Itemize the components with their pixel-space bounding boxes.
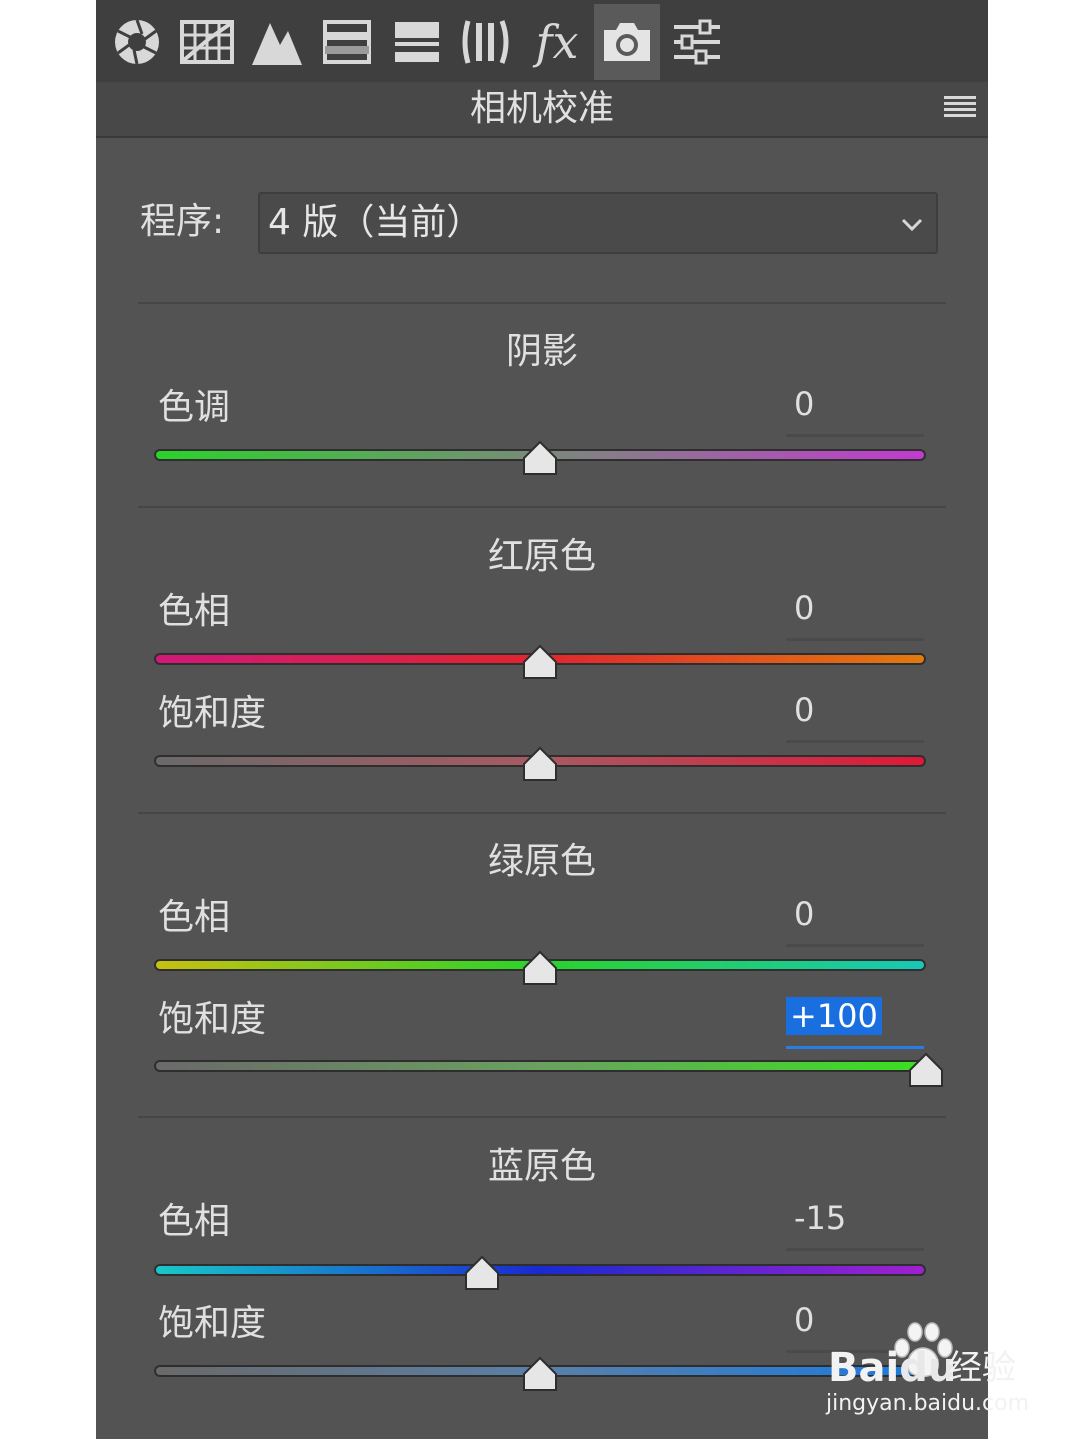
value-underline — [786, 944, 924, 947]
value-underline — [786, 740, 924, 743]
hamburger-icon[interactable] — [944, 96, 976, 120]
shadows-tint-value[interactable]: 0 — [786, 382, 926, 426]
tool-presets[interactable] — [664, 4, 730, 80]
divider — [138, 1116, 946, 1118]
stacked-bars-icon — [395, 22, 439, 62]
tool-hsl[interactable] — [314, 4, 380, 80]
red-saturation-value[interactable]: 0 — [786, 688, 926, 732]
blue-hue-label: 色相 — [158, 1201, 231, 1242]
divider — [138, 302, 946, 304]
fx-icon: fx — [535, 15, 579, 69]
green-saturation-track[interactable] — [154, 1060, 926, 1072]
red-hue-thumb[interactable] — [520, 642, 560, 682]
green-saturation-value[interactable]: +100 — [786, 994, 926, 1038]
blue-hue-value[interactable]: -15 — [786, 1196, 926, 1240]
value-underline — [786, 434, 924, 437]
blue-hue-track[interactable] — [154, 1264, 926, 1276]
aperture-icon — [115, 19, 159, 65]
tool-curve[interactable] — [174, 4, 240, 80]
section-title-blue-primary: 蓝原色 — [487, 1146, 596, 1187]
watermark-url: jingyan.baidu.com — [826, 1391, 1030, 1416]
shadows-tint-thumb[interactable] — [520, 438, 560, 478]
program-dropdown[interactable]: 4 版（当前） — [258, 192, 938, 254]
blue-hue-thumb[interactable] — [462, 1253, 502, 1293]
green-hue-label: 色相 — [158, 897, 231, 938]
green-saturation-label: 饱和度 — [158, 999, 267, 1040]
tool-camera-calibration[interactable] — [594, 4, 660, 80]
red-hue-label: 色相 — [158, 591, 231, 632]
mountains-icon — [252, 23, 302, 65]
red-saturation-label: 饱和度 — [158, 693, 267, 734]
panel-title: 相机校准 — [469, 88, 614, 129]
blue-saturation-label: 饱和度 — [158, 1303, 267, 1344]
toolbar: fx — [96, 0, 988, 82]
camera-icon — [604, 23, 650, 61]
section-title-green-primary: 绿原色 — [487, 841, 596, 882]
green-hue-thumb[interactable] — [520, 948, 560, 988]
value-underline — [786, 1248, 924, 1251]
grid-icon — [180, 20, 234, 64]
tool-lens[interactable] — [454, 4, 520, 80]
tool-split-toning[interactable] — [384, 4, 450, 80]
tool-detail[interactable] — [244, 4, 310, 80]
program-label: 程序: — [140, 201, 225, 242]
tool-effects[interactable]: fx — [524, 4, 590, 80]
section-title-shadows: 阴影 — [505, 331, 578, 372]
sliders-icon — [674, 19, 720, 65]
shadows-tint-label: 色调 — [158, 387, 231, 428]
divider — [138, 506, 946, 508]
chevron-down-icon — [901, 218, 923, 232]
value-underline — [786, 638, 924, 641]
green-hue-value[interactable]: 0 — [786, 892, 926, 936]
section-title-red-primary: 红原色 — [487, 536, 596, 577]
green-saturation-thumb[interactable] — [906, 1050, 946, 1090]
lens-bars-icon — [462, 20, 509, 64]
red-hue-value[interactable]: 0 — [786, 586, 926, 630]
panel-header: 相机校准 — [96, 82, 988, 138]
value-underline-active — [786, 1046, 924, 1049]
blue-saturation-thumb[interactable] — [520, 1354, 560, 1394]
watermark-cn: 经验 — [948, 1348, 1016, 1388]
program-value: 4 版（当前） — [268, 202, 483, 243]
watermark-brand: Baidu — [828, 1345, 957, 1391]
tool-basic[interactable] — [104, 4, 170, 80]
divider — [138, 812, 946, 814]
red-saturation-thumb[interactable] — [520, 744, 560, 784]
camera-calibration-panel: fx 相机校准 程序: 4 版（当前） 阴影 色调 0 红原色 色相 0 饱和度… — [96, 0, 988, 1439]
split-bars-icon — [323, 20, 371, 64]
